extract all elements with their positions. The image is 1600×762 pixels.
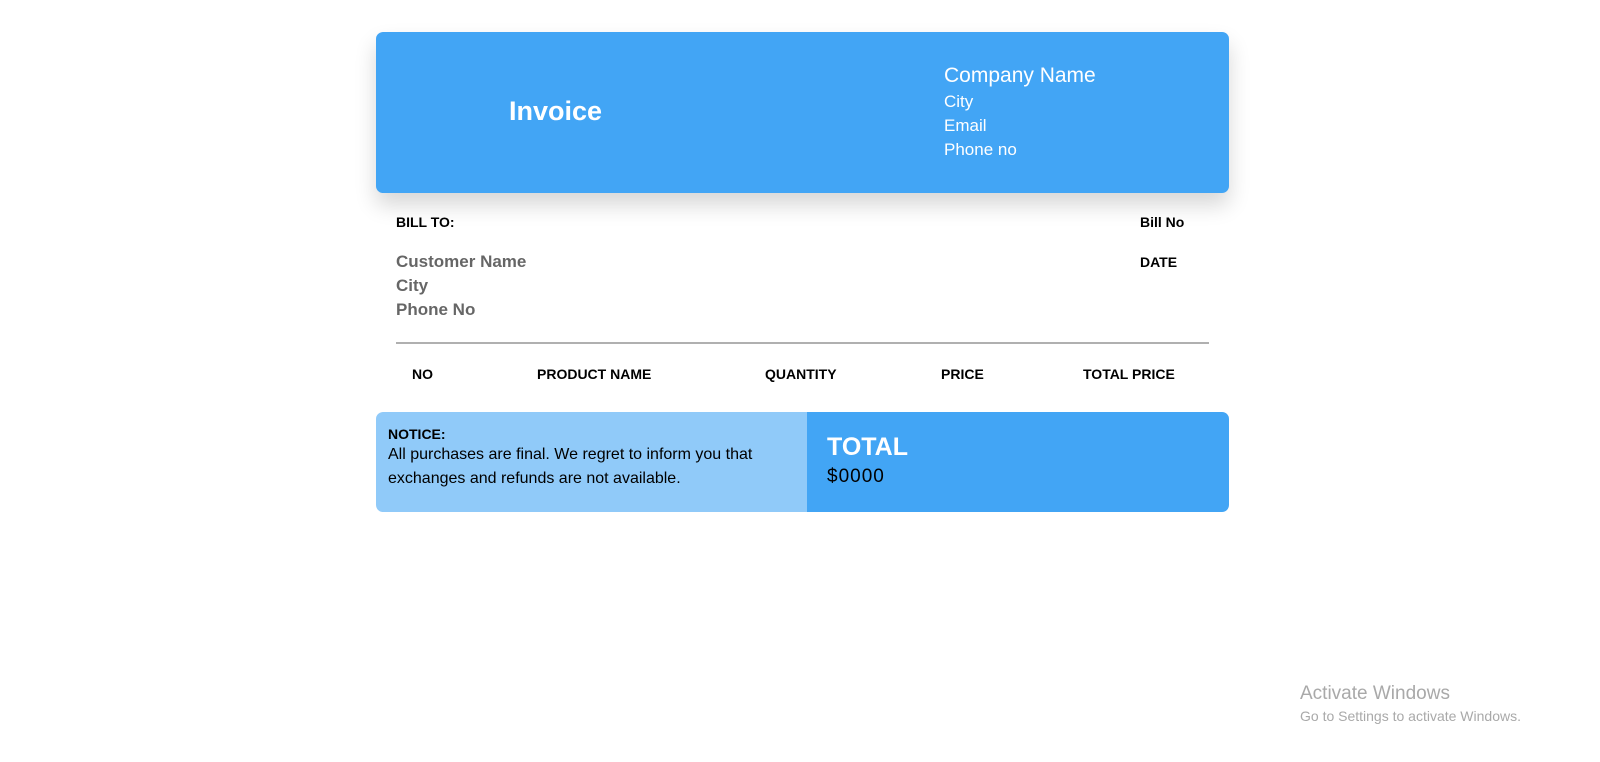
customer-phone: Phone No [396,300,476,319]
column-header-total-price: TOTAL PRICE [1083,366,1175,382]
notice-label: NOTICE: [388,426,446,442]
notice-box: NOTICE: All purchases are final. We regr… [376,412,807,512]
company-city: City [944,92,974,111]
column-header-product-name: PRODUCT NAME [537,366,652,382]
customer-city: City [396,276,429,295]
company-name: Company Name [944,64,1096,87]
date-label: DATE [1140,254,1178,270]
watermark-title: Activate Windows [1300,683,1450,704]
company-phone: Phone no [944,140,1017,159]
activate-windows-watermark: Activate Windows Go to Settings to activ… [1300,682,1521,726]
column-header-quantity: QUANTITY [765,366,837,382]
watermark-subtitle: Go to Settings to activate Windows. [1300,708,1521,724]
invoice-footer: NOTICE: All purchases are final. We regr… [376,412,1229,512]
column-header-no: NO [412,366,433,382]
table-header-row: NO PRODUCT NAME QUANTITY PRICE TOTAL PRI… [376,343,1229,412]
customer-name: Customer Name [396,252,527,271]
bill-to-label: BILL TO: [396,214,455,230]
total-label: TOTAL [827,433,909,461]
company-info: Company Name City Email Phone no [944,61,1096,162]
company-email: Email [944,116,987,135]
notice-text: All purchases are final. We regret to in… [388,446,753,487]
invoice-title: Invoice [509,96,603,126]
total-box: TOTAL $0000 [807,412,1229,512]
invoice-card: Invoice Company Name City Email Phone no… [376,32,1229,512]
total-value: $0000 [827,466,885,487]
bill-no-label: Bill No [1140,214,1185,230]
column-header-price: PRICE [941,366,984,382]
billing-section: BILL TO: Customer Name City Phone No Bil… [376,193,1229,344]
customer-info: Customer Name City Phone No [396,250,526,322]
invoice-header: Invoice Company Name City Email Phone no [376,32,1229,193]
